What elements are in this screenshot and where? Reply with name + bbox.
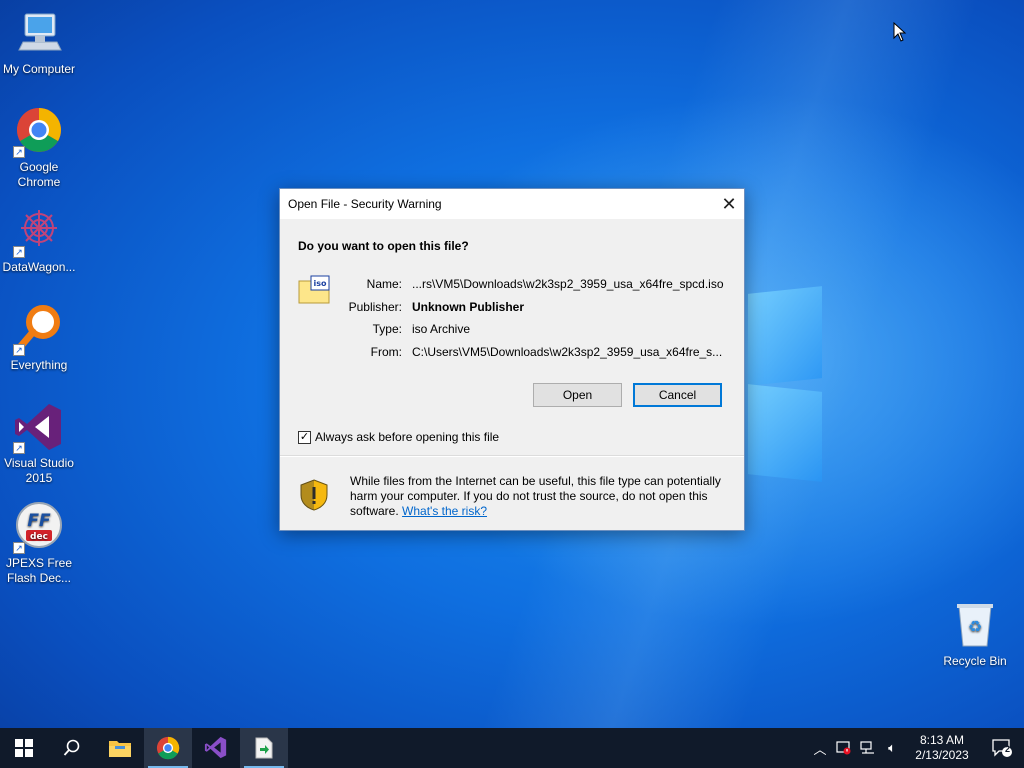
divider-highlight (280, 456, 744, 457)
from-value: C:\Users\VM5\Downloads\w2k3sp2_3959_usa_… (412, 344, 723, 359)
desktop-icon-recycle-bin[interactable]: ♻ Recycle Bin (936, 600, 1014, 669)
file-info: Name: ...rs\VM5\Downloads\w2k3sp2_3959_u… (346, 277, 724, 367)
desktop-icon-label: JPEXS Free Flash Dec... (5, 556, 73, 585)
always-ask-checkbox-row[interactable]: ✓ Always ask before opening this file (298, 430, 499, 444)
clock-time: 8:13 AM (919, 733, 965, 747)
mouse-cursor-icon (893, 22, 907, 42)
shortcut-arrow-icon: ↗ (13, 542, 25, 554)
svg-text:dec: dec (30, 532, 48, 542)
desktop-icon-visual-studio-2015[interactable]: ↗ Visual Studio 2015 (0, 402, 78, 486)
wallpaper-logo-pane-bottom (748, 384, 822, 482)
security-alert-glyph (836, 741, 851, 755)
dialog-question: Do you want to open this file? (298, 239, 469, 253)
shortcut-arrow-icon: ↗ (13, 442, 25, 454)
datawagon-icon: ↗ (13, 206, 65, 258)
dialog-titlebar[interactable]: Open File - Security Warning ✕ (280, 189, 744, 219)
file-info-row-publisher: Publisher: Unknown Publisher (346, 300, 724, 323)
publisher-label: Publisher: (348, 299, 402, 314)
desktop-icon-label: Recycle Bin (943, 654, 1007, 668)
windows-logo-icon (15, 739, 33, 757)
visual-studio-icon: ↗ (13, 402, 65, 454)
search-icon (63, 739, 80, 756)
desktop-icon-label: My Computer (2, 62, 76, 76)
desktop-icon-datawagon[interactable]: ↗ DataWagon... (0, 206, 78, 275)
taskbar-chrome[interactable] (144, 728, 192, 768)
from-label: From: (370, 344, 402, 359)
security-warning-dialog: Open File - Security Warning ✕ Do you wa… (279, 188, 745, 531)
type-value: iso Archive (412, 322, 471, 336)
shortcut-arrow-icon: ↗ (13, 146, 25, 158)
network-glyph (860, 741, 874, 754)
chevron-up-icon[interactable]: ︿ (808, 728, 832, 768)
file-info-row-type: Type: iso Archive (346, 322, 724, 345)
warning-shield-icon (300, 479, 328, 511)
security-alert-icon[interactable] (832, 728, 856, 768)
file-info-row-name: Name: ...rs\VM5\Downloads\w2k3sp2_3959_u… (346, 277, 724, 300)
magnifier-icon: ↗ (13, 304, 65, 356)
dialog-title: Open File - Security Warning (288, 197, 442, 211)
warning-message: While files from the Internet can be use… (350, 474, 730, 519)
svg-text:FF: FF (27, 511, 51, 531)
notification-count-badge: 2 (1005, 744, 1011, 754)
shortcut-arrow-icon: ↗ (13, 246, 25, 258)
desktop-icon-google-chrome[interactable]: ↗ Google Chrome (0, 106, 78, 190)
computer-icon (13, 8, 65, 60)
recycle-bin-icon: ♻ (949, 600, 1001, 652)
publisher-value: Unknown Publisher (412, 299, 525, 314)
always-ask-label: Always ask before opening this file (315, 430, 500, 444)
desktop-icon-everything[interactable]: ↗ Everything (0, 304, 78, 373)
taskbar-visual-studio[interactable] (192, 728, 240, 768)
jpexs-ffdec-icon: FF dec ↗ (13, 502, 65, 554)
desktop-icon-jpexs[interactable]: FF dec ↗ JPEXS Free Flash Dec... (0, 502, 78, 586)
chrome-icon (156, 736, 180, 760)
open-button[interactable]: Open (533, 383, 622, 407)
name-value: ...rs\VM5\Downloads\w2k3sp2_3959_usa_x64… (412, 277, 724, 291)
whats-the-risk-link[interactable]: What's the risk? (402, 504, 487, 518)
volume-icon[interactable]: 🔈︎ (880, 728, 904, 768)
type-label: Type: (372, 322, 402, 336)
cancel-button[interactable]: Cancel (633, 383, 722, 407)
taskbar-open-file-dialog[interactable] (240, 728, 288, 768)
iso-file-icon-text: iso (314, 279, 328, 288)
close-icon[interactable]: ✕ (714, 189, 744, 219)
visual-studio-icon (204, 736, 227, 759)
svg-text:♻: ♻ (968, 617, 982, 636)
iso-file-icon: iso (298, 275, 330, 304)
document-arrow-icon (255, 737, 273, 759)
name-label: Name: (366, 277, 402, 291)
desktop-icon-label: DataWagon... (2, 260, 76, 274)
system-tray: ︿ 🔈︎ 8:13 AM 2/13/2023 2 (808, 728, 1024, 768)
start-button[interactable] (0, 728, 48, 768)
desktop-icon-label: Visual Studio 2015 (4, 456, 74, 485)
shortcut-arrow-icon: ↗ (13, 344, 25, 356)
search-button[interactable] (48, 728, 96, 768)
desktop-icon-label: Google Chrome (17, 160, 61, 189)
wallpaper-logo-pane-top (748, 286, 822, 386)
desktop-icon-my-computer[interactable]: My Computer (0, 8, 78, 77)
action-center-button[interactable]: 2 (980, 728, 1024, 768)
clock[interactable]: 8:13 AM 2/13/2023 (904, 733, 980, 763)
always-ask-checkbox[interactable]: ✓ (298, 430, 311, 444)
desktop-icon-label: Everything (10, 358, 68, 372)
taskbar-file-explorer[interactable] (96, 728, 144, 768)
taskbar: ︿ 🔈︎ 8:13 AM 2/13/2023 2 (0, 728, 1024, 768)
folder-icon (109, 741, 131, 757)
chrome-icon: ↗ (13, 106, 65, 158)
clock-date: 2/13/2023 (915, 748, 969, 762)
file-info-row-from: From: C:\Users\VM5\Downloads\w2k3sp2_395… (346, 345, 724, 368)
network-icon[interactable] (856, 728, 880, 768)
